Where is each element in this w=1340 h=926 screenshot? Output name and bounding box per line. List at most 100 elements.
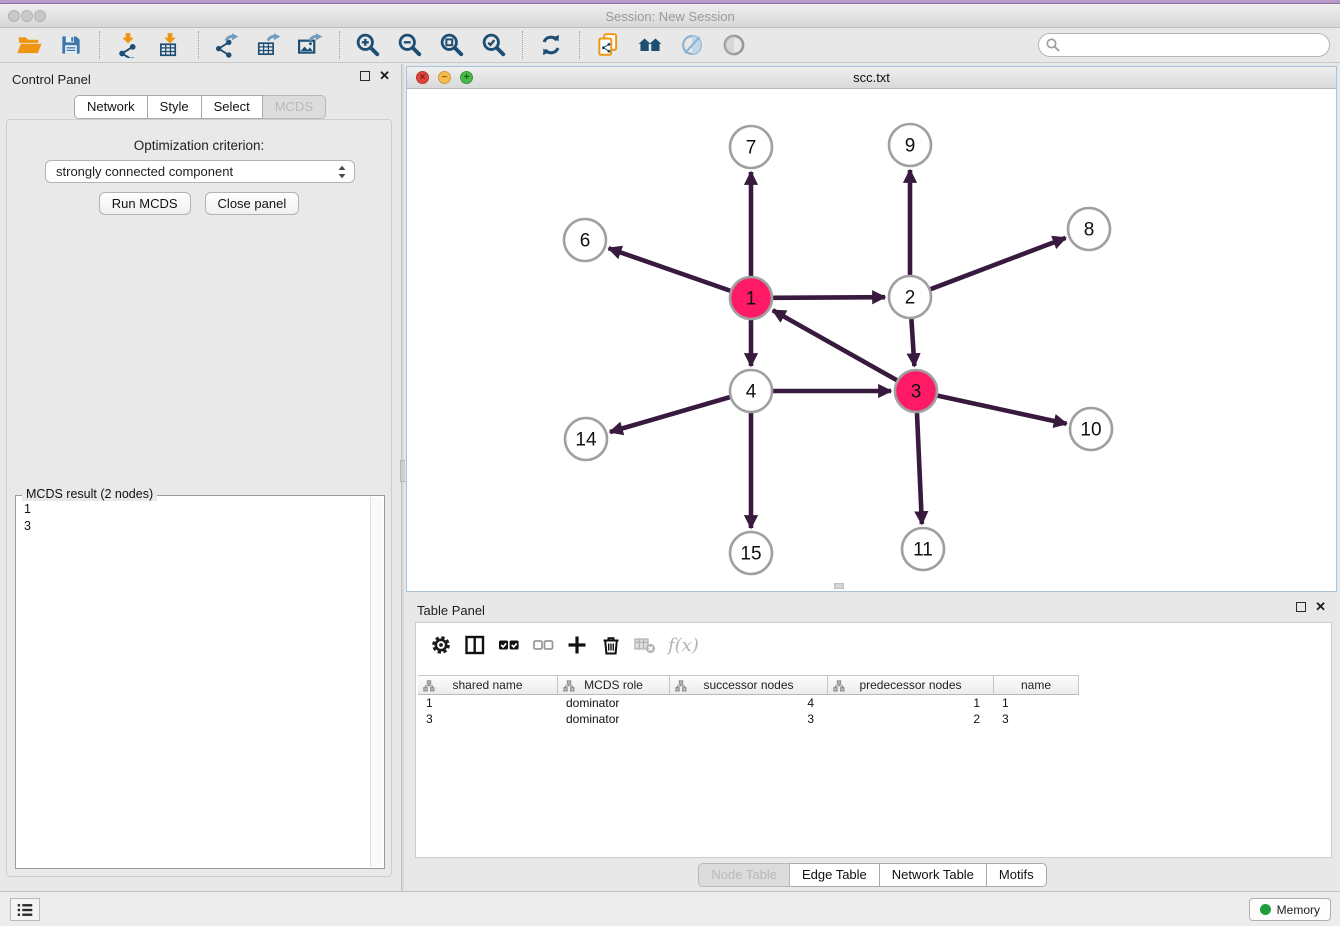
table-panel-title: Table Panel <box>417 603 485 618</box>
node-11[interactable]: 11 <box>902 528 944 570</box>
run-mcds-button[interactable]: Run MCDS <box>99 192 191 215</box>
edge-1-2[interactable] <box>773 297 885 298</box>
node-15[interactable]: 15 <box>730 532 772 574</box>
float-table-panel-icon[interactable] <box>1296 602 1306 612</box>
search-box[interactable] <box>1038 33 1330 57</box>
node-7[interactable]: 7 <box>730 126 772 168</box>
export-image-icon[interactable] <box>296 31 326 59</box>
table-row[interactable]: 3dominator323 <box>418 711 1329 727</box>
task-history-button[interactable] <box>10 898 40 921</box>
table-header-row: shared nameMCDS rolesuccessor nodesprede… <box>418 675 1329 695</box>
delete-table-icon <box>630 631 660 659</box>
home-layout-icon[interactable] <box>635 31 665 59</box>
deselect-all-check-icon[interactable] <box>528 631 558 659</box>
tab-select[interactable]: Select <box>202 95 263 119</box>
canvas-resize-grip[interactable] <box>834 583 844 589</box>
zoom-in-icon[interactable] <box>353 31 383 59</box>
delete-icon[interactable] <box>596 631 626 659</box>
save-session-icon[interactable] <box>56 31 86 59</box>
table-cell: dominator <box>558 695 670 711</box>
edge-2-8[interactable] <box>931 238 1066 289</box>
node-9[interactable]: 9 <box>889 124 931 166</box>
node-4[interactable]: 4 <box>730 370 772 412</box>
export-network-icon[interactable] <box>212 31 242 59</box>
app-titlebar: Session: New Session <box>0 4 1340 28</box>
table-cell: 2 <box>828 711 994 727</box>
column-tree-icon <box>423 680 435 692</box>
tab-motifs[interactable]: Motifs <box>987 863 1047 887</box>
app-title: Session: New Session <box>0 9 1340 24</box>
edge-1-6[interactable] <box>609 248 731 290</box>
columns-icon[interactable] <box>460 631 490 659</box>
svg-text:1: 1 <box>746 289 757 310</box>
import-network-icon[interactable] <box>113 31 143 59</box>
network-view-window: × − + scc.txt 7 9 6 8 1 2 4 3 14 10 15 11 <box>406 66 1337 592</box>
node-10[interactable]: 10 <box>1070 408 1112 450</box>
column-header-predecessor-nodes[interactable]: predecessor nodes <box>828 675 994 695</box>
tab-edge-table[interactable]: Edge Table <box>790 863 880 887</box>
tab-node-table[interactable]: Node Table <box>698 863 790 887</box>
search-input[interactable] <box>1061 36 1329 54</box>
edge-4-14[interactable] <box>610 397 730 432</box>
float-panel-icon[interactable] <box>360 71 370 81</box>
network-canvas[interactable]: 7 9 6 8 1 2 4 3 14 10 15 11 <box>407 89 1336 591</box>
settings-icon[interactable] <box>426 631 456 659</box>
table-cell: 3 <box>670 711 828 727</box>
panel-splitter[interactable] <box>401 64 404 891</box>
refresh-icon[interactable] <box>536 31 566 59</box>
close-panel-button[interactable]: Close panel <box>205 192 300 215</box>
edge-2-3[interactable] <box>911 319 914 366</box>
network-window-titlebar[interactable]: × − + scc.txt <box>407 67 1336 89</box>
column-header-successor-nodes[interactable]: successor nodes <box>670 675 828 695</box>
column-header-MCDS-role[interactable]: MCDS role <box>558 675 670 695</box>
select-all-check-icon[interactable] <box>494 631 524 659</box>
main-toolbar <box>0 28 1340 63</box>
edge-3-11[interactable] <box>917 413 922 524</box>
node-6[interactable]: 6 <box>564 219 606 261</box>
table-row[interactable]: 1dominator411 <box>418 695 1329 711</box>
mcds-result-box: MCDS result (2 nodes) 13 <box>15 495 385 869</box>
node-2[interactable]: 2 <box>889 276 931 318</box>
open-session-icon[interactable] <box>14 31 44 59</box>
table-cell: 4 <box>670 695 828 711</box>
node-14[interactable]: 14 <box>565 418 607 460</box>
edge-3-1[interactable] <box>773 310 897 380</box>
svg-text:10: 10 <box>1080 420 1101 441</box>
network-window-title: scc.txt <box>407 70 1336 85</box>
criterion-select[interactable]: strongly connected component <box>45 160 355 183</box>
search-icon <box>1045 37 1061 53</box>
zoom-out-icon[interactable] <box>395 31 425 59</box>
result-scrollbar[interactable] <box>370 497 383 867</box>
tab-mcds[interactable]: MCDS <box>263 95 326 119</box>
svg-text:15: 15 <box>740 544 761 565</box>
tab-network-table[interactable]: Network Table <box>880 863 987 887</box>
memory-button[interactable]: Memory <box>1249 898 1331 921</box>
close-table-panel-icon[interactable]: ✕ <box>1315 602 1326 612</box>
node-3[interactable]: 3 <box>895 370 937 412</box>
column-header-name[interactable]: name <box>994 675 1079 695</box>
zoom-fit-icon[interactable] <box>437 31 467 59</box>
tab-style[interactable]: Style <box>148 95 202 119</box>
import-table-icon[interactable] <box>155 31 185 59</box>
node-1[interactable]: 1 <box>730 277 772 319</box>
memory-label: Memory <box>1277 903 1320 917</box>
table-cell: dominator <box>558 711 670 727</box>
node-8[interactable]: 8 <box>1068 208 1110 250</box>
clone-network-icon[interactable] <box>593 31 623 59</box>
column-header-shared-name[interactable]: shared name <box>418 675 558 695</box>
style-disabled-icon[interactable] <box>677 31 707 59</box>
toolbar-separator <box>579 31 580 59</box>
network-graph[interactable]: 7 9 6 8 1 2 4 3 14 10 15 11 <box>407 89 1336 591</box>
column-tree-icon <box>563 680 575 692</box>
list-icon <box>15 900 35 920</box>
column-tree-icon <box>675 680 687 692</box>
add-icon[interactable] <box>562 631 592 659</box>
show-graphics-icon[interactable] <box>719 31 749 59</box>
tab-network[interactable]: Network <box>74 95 148 119</box>
export-table-icon[interactable] <box>254 31 284 59</box>
mcds-result-item: 1 <box>24 501 376 518</box>
table-cell: 1 <box>828 695 994 711</box>
zoom-selected-icon[interactable] <box>479 31 509 59</box>
close-panel-icon[interactable]: ✕ <box>379 71 390 81</box>
edge-3-10[interactable] <box>937 396 1066 424</box>
